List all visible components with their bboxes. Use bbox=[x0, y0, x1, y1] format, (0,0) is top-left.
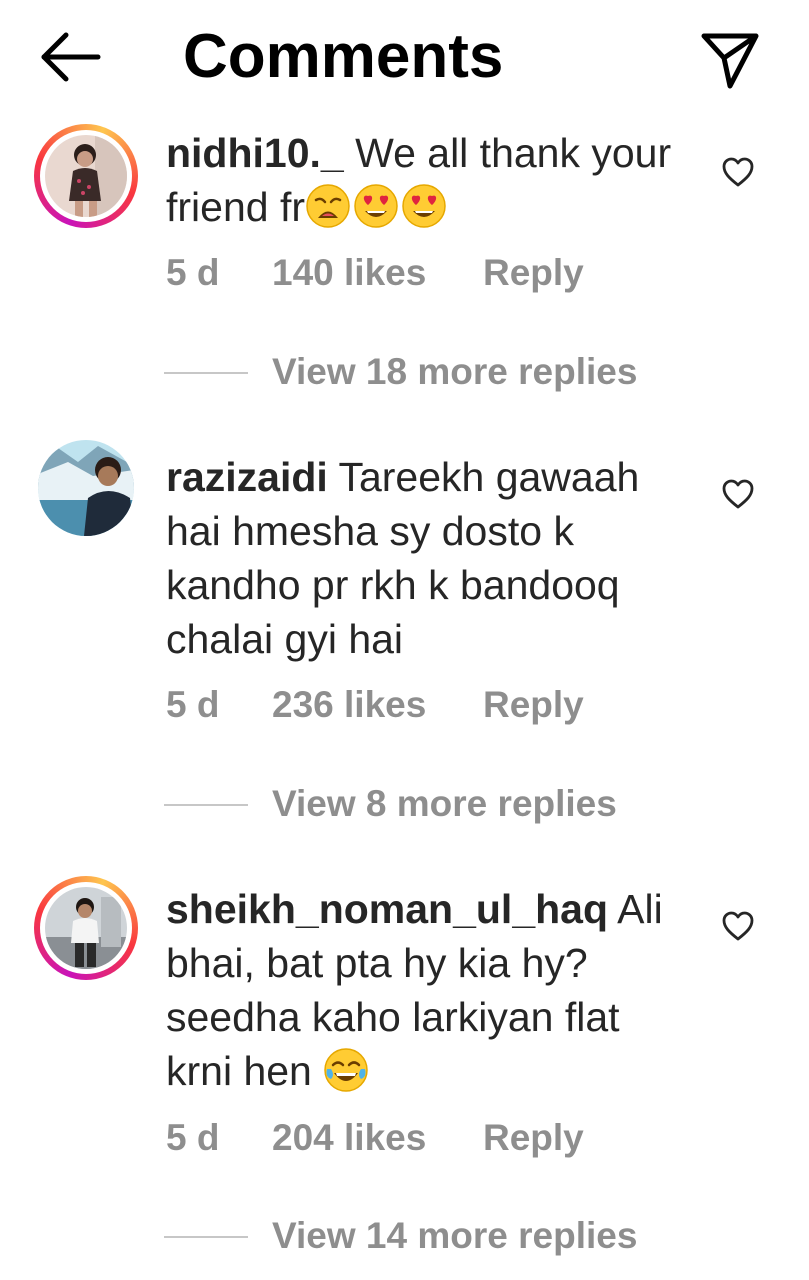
view-replies-label: View 8 more replies bbox=[272, 783, 617, 824]
comment-likes[interactable]: 140 likes bbox=[272, 248, 426, 298]
comment-likes[interactable]: 204 likes bbox=[272, 1113, 426, 1163]
like-heart-button[interactable] bbox=[721, 478, 755, 510]
share-button[interactable] bbox=[690, 18, 770, 98]
avatar-story-ring[interactable] bbox=[34, 124, 138, 228]
heart-outline-icon bbox=[722, 911, 754, 941]
comment-username[interactable]: razizaidi bbox=[166, 454, 328, 500]
heart-outline-icon bbox=[722, 157, 754, 187]
view-replies-label: View 14 more replies bbox=[272, 1215, 638, 1256]
view-replies-label: View 18 more replies bbox=[272, 351, 638, 392]
comment-username[interactable]: sheikh_noman_ul_haq bbox=[166, 886, 608, 932]
reply-button[interactable]: Reply bbox=[483, 1113, 584, 1163]
avatar-story-ring[interactable] bbox=[34, 876, 138, 980]
page-title: Comments bbox=[183, 22, 504, 91]
comment-time: 5 d bbox=[166, 252, 220, 293]
avatar-wrapper[interactable] bbox=[38, 440, 134, 536]
header: Comments bbox=[0, 0, 809, 112]
comment-text: nidhi10._ We all thank your friend fr bbox=[166, 126, 696, 234]
heart-eyes-emoji bbox=[353, 183, 399, 229]
back-button[interactable] bbox=[30, 22, 110, 92]
arrow-left-icon bbox=[41, 32, 101, 82]
paper-plane-icon bbox=[701, 33, 759, 89]
avatar bbox=[38, 440, 134, 536]
replies-divider bbox=[164, 372, 248, 374]
replies-divider bbox=[164, 1236, 248, 1238]
reply-button[interactable]: Reply bbox=[483, 680, 584, 730]
comment-likes[interactable]: 236 likes bbox=[272, 680, 426, 730]
comment-time: 5 d bbox=[166, 1117, 220, 1158]
tears-of-joy-emoji bbox=[323, 1047, 369, 1093]
comment-text: razizaidi Tareekh gawaah hai hmesha sy d… bbox=[166, 450, 696, 666]
comment-text: sheikh_noman_ul_haq Ali bhai, bat pta hy… bbox=[166, 882, 696, 1098]
replies-divider bbox=[164, 804, 248, 806]
like-heart-button[interactable] bbox=[721, 910, 755, 942]
avatar bbox=[45, 887, 127, 969]
like-heart-button[interactable] bbox=[721, 156, 755, 188]
reply-button[interactable]: Reply bbox=[483, 248, 584, 298]
weary-face-emoji bbox=[305, 183, 351, 229]
comment-username[interactable]: nidhi10._ bbox=[166, 130, 344, 176]
comment-time: 5 d bbox=[166, 684, 220, 725]
heart-eyes-emoji bbox=[401, 183, 447, 229]
avatar bbox=[45, 135, 127, 217]
heart-outline-icon bbox=[722, 479, 754, 509]
